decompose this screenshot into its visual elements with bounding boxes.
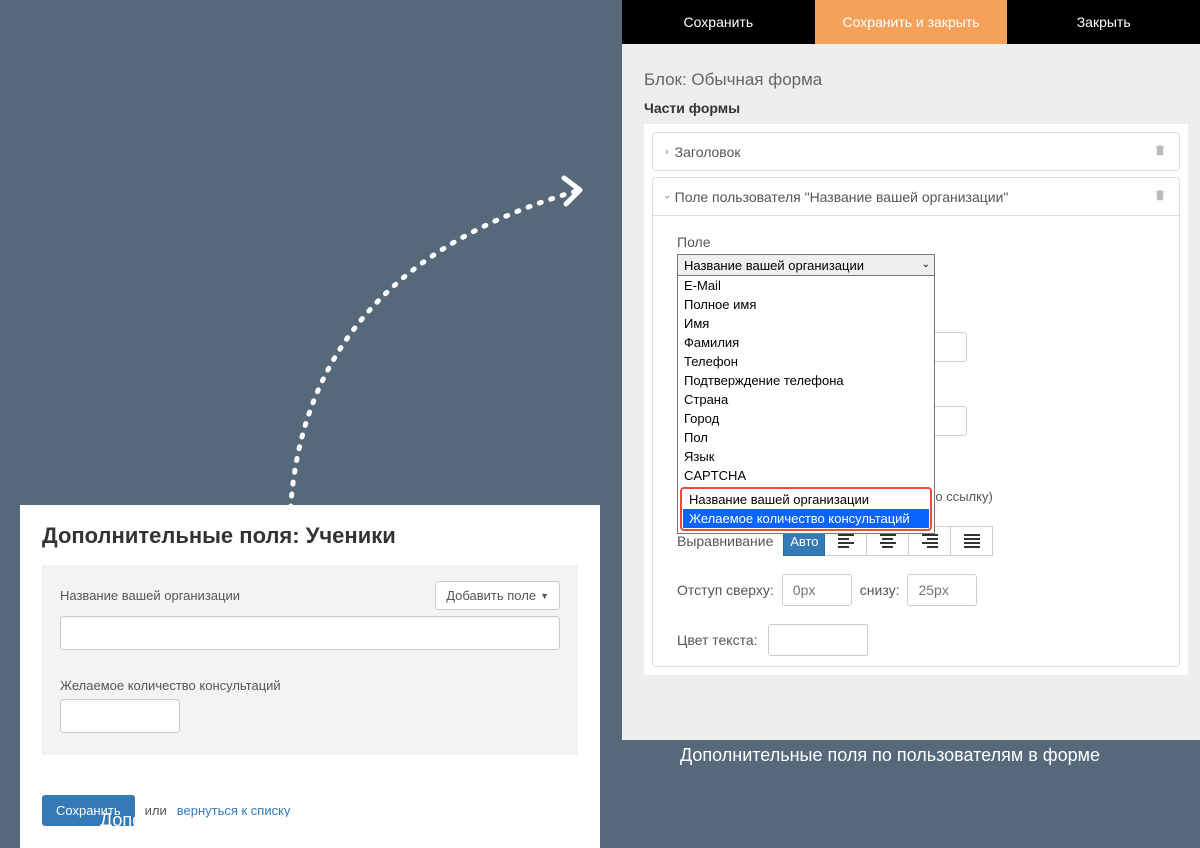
field-label-org: Название вашей организации xyxy=(60,588,240,603)
margin-bottom-label: снизу: xyxy=(860,582,900,598)
panel-body-userfield: Поле Название вашей организации ⌄ E-Mail… xyxy=(652,216,1180,667)
option-lang[interactable]: Язык xyxy=(678,447,934,466)
form-builder-panel: Сохранить Сохранить и закрыть Закрыть Бл… xyxy=(622,0,1200,740)
topbar-close-button[interactable]: Закрыть xyxy=(1007,0,1200,44)
field-select-label: Поле xyxy=(677,234,1155,250)
option-captcha[interactable]: CAPTCHA xyxy=(678,466,934,485)
guide-arrow xyxy=(260,140,620,540)
option-phone-confirm[interactable]: Подтверждение телефона xyxy=(678,371,934,390)
field-label-consult: Желаемое количество консультаций xyxy=(60,678,560,693)
consultations-input[interactable] xyxy=(60,699,180,733)
option-email[interactable]: E-Mail xyxy=(678,276,934,295)
topbar-save-button[interactable]: Сохранить xyxy=(622,0,815,44)
margin-top-label: Отступ сверху: xyxy=(677,582,774,598)
chevron-down-icon: › xyxy=(661,195,673,199)
panel-header-title[interactable]: › Заголовок xyxy=(652,132,1180,171)
caret-down-icon: ▼ xyxy=(540,591,549,601)
option-fullname[interactable]: Полное имя xyxy=(678,295,934,314)
align-center-icon xyxy=(880,532,896,550)
option-country[interactable]: Страна xyxy=(678,390,934,409)
delete-icon[interactable] xyxy=(1153,188,1167,205)
custom-fields-panel: Дополнительные поля: Ученики Название ва… xyxy=(20,505,600,848)
text-color-label: Цвет текста: xyxy=(677,632,758,648)
chevron-down-icon: ⌄ xyxy=(922,259,930,270)
caption-left: Дополнительные поля по пользователям xyxy=(100,810,443,831)
text-color-input[interactable] xyxy=(768,624,868,656)
option-custom-org[interactable]: Название вашей организации xyxy=(683,490,929,509)
margin-top-input[interactable] xyxy=(782,574,852,606)
option-name[interactable]: Имя xyxy=(678,314,934,333)
option-surname[interactable]: Фамилия xyxy=(678,333,934,352)
align-left-icon xyxy=(838,532,854,550)
add-field-button[interactable]: Добавить поле▼ xyxy=(435,581,560,610)
delete-icon[interactable] xyxy=(1153,143,1167,160)
topbar-save-close-button[interactable]: Сохранить и закрыть xyxy=(815,0,1008,44)
panel-header-userfield[interactable]: › Поле пользователя "Название вашей орга… xyxy=(652,177,1180,216)
block-title: Блок: Обычная форма xyxy=(644,70,1200,90)
margin-bottom-input[interactable] xyxy=(907,574,977,606)
align-justify-icon xyxy=(964,532,980,550)
page-title: Дополнительные поля: Ученики xyxy=(42,523,578,549)
parts-label: Части формы xyxy=(644,100,1200,116)
caption-right: Дополнительные поля по пользователям в ф… xyxy=(680,745,1100,766)
org-name-input[interactable] xyxy=(60,616,560,650)
field-select[interactable]: Название вашей организации ⌄ xyxy=(677,254,935,276)
chevron-right-icon: › xyxy=(665,146,669,158)
field-select-dropdown: E-Mail Полное имя Имя Фамилия Телефон По… xyxy=(677,275,935,534)
fields-container: Название вашей организации Добавить поле… xyxy=(42,565,578,755)
parts-container: › Заголовок › Поле пользователя "Названи… xyxy=(644,124,1188,675)
option-gender[interactable]: Пол xyxy=(678,428,934,447)
align-justify-button[interactable] xyxy=(951,526,993,556)
alignment-label: Выравнивание xyxy=(677,533,773,549)
option-phone[interactable]: Телефон xyxy=(678,352,934,371)
option-custom-consult[interactable]: Желаемое количество консультаций xyxy=(683,509,929,528)
option-city[interactable]: Город xyxy=(678,409,934,428)
align-right-icon xyxy=(922,532,938,550)
topbar: Сохранить Сохранить и закрыть Закрыть xyxy=(622,0,1200,44)
custom-fields-highlight: Название вашей организации Желаемое коли… xyxy=(680,487,932,531)
